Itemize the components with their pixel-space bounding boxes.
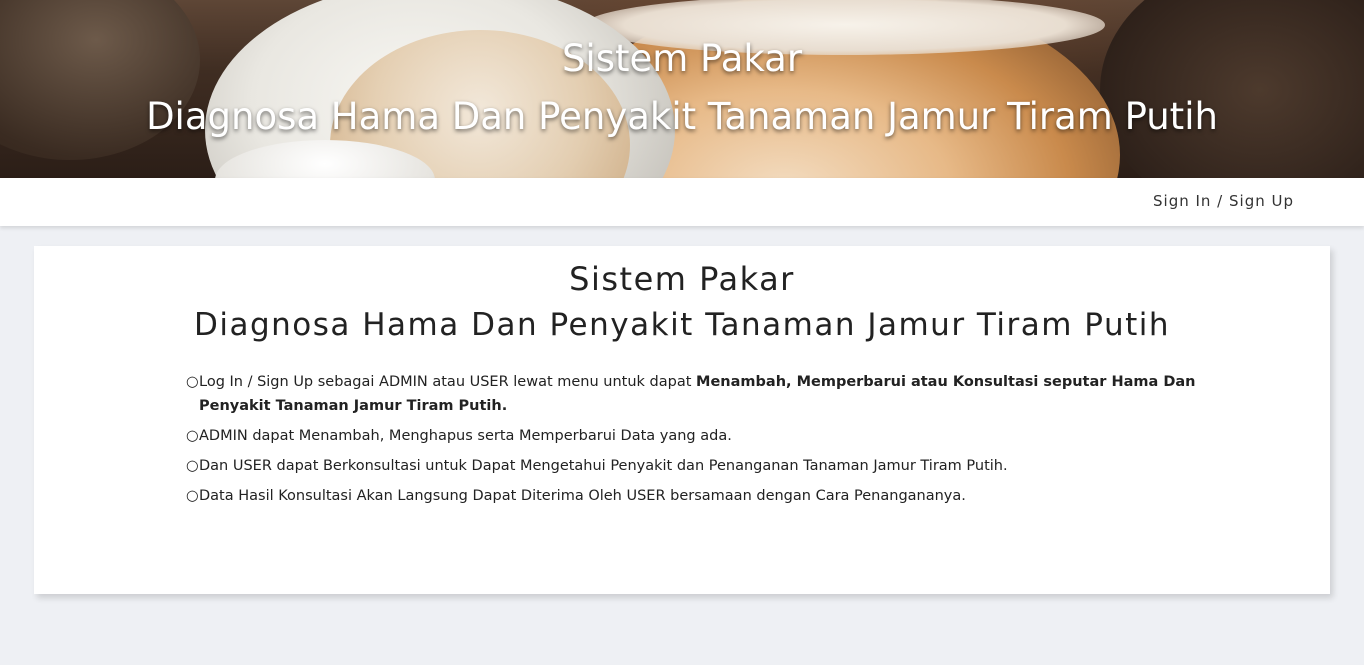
page-title: Sistem Pakar <box>569 260 795 298</box>
list-item: ○ ADMIN dapat Menambah, Menghapus serta … <box>186 424 1196 448</box>
navbar: Sign In / Sign Up <box>0 178 1364 226</box>
list-item: ○ Log In / Sign Up sebagai ADMIN atau US… <box>186 370 1196 418</box>
hero-background-shade <box>1100 0 1364 178</box>
list-item-text: ADMIN dapat Menambah, Menghapus serta Me… <box>199 428 732 444</box>
hero-title: Sistem Pakar <box>561 37 803 80</box>
circle-bullet-icon: ○ <box>186 428 199 444</box>
page-subtitle: Diagnosa Hama Dan Penyakit Tanaman Jamur… <box>193 307 1171 343</box>
list-item-text: Data Hasil Konsultasi Akan Langsung Dapa… <box>199 488 966 504</box>
hero-subtitle: Diagnosa Hama Dan Penyakit Tanaman Jamur… <box>146 95 1218 138</box>
info-list: ○ Log In / Sign Up sebagai ADMIN atau US… <box>186 370 1196 514</box>
hero-banner: Sistem Pakar Diagnosa Hama Dan Penyakit … <box>0 0 1364 178</box>
signin-signup-link[interactable]: Sign In / Sign Up <box>1153 192 1294 210</box>
list-item-text: Dan USER dapat Berkonsultasi untuk Dapat… <box>199 458 1008 474</box>
list-item: ○ Dan USER dapat Berkonsultasi untuk Dap… <box>186 454 1196 478</box>
circle-bullet-icon: ○ <box>186 374 199 390</box>
content-card: Sistem Pakar Diagnosa Hama Dan Penyakit … <box>34 246 1330 594</box>
circle-bullet-icon: ○ <box>186 488 199 504</box>
list-item-text: Log In / Sign Up sebagai ADMIN atau USER… <box>199 374 697 390</box>
list-item: ○ Data Hasil Konsultasi Akan Langsung Da… <box>186 484 1196 508</box>
circle-bullet-icon: ○ <box>186 458 199 474</box>
